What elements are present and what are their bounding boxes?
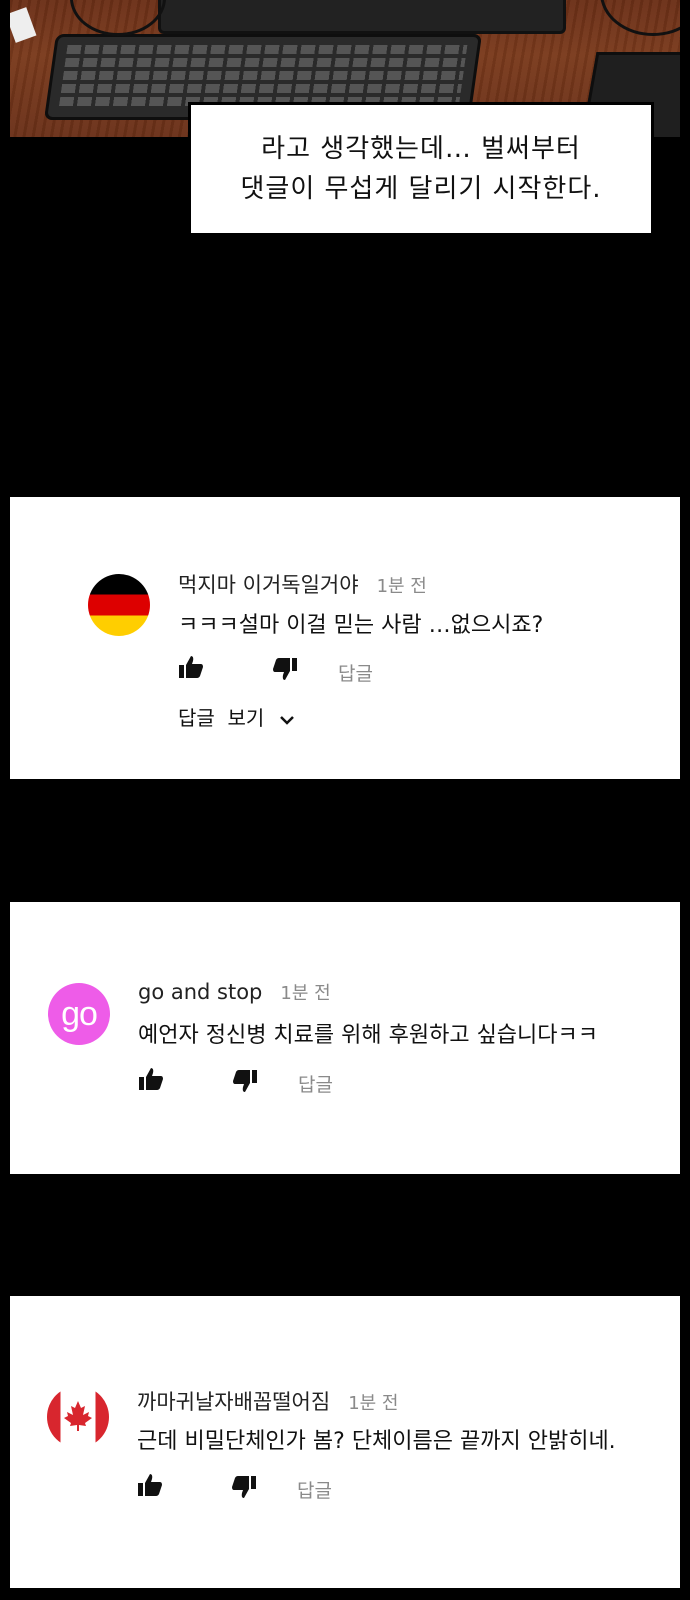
reply-button[interactable]: 답글	[338, 659, 373, 686]
comment-meta: 먹지마 이거독일거야 1분 전	[178, 569, 427, 599]
thumbs-down-icon	[273, 658, 297, 680]
chevron-down-icon	[279, 715, 294, 725]
comment-time: 1분 전	[376, 576, 427, 597]
like-button[interactable]	[138, 1067, 164, 1095]
comment-text: 근데 비밀단체인가 봄? 단체이름은 끝까지 안밝히네.	[137, 1429, 616, 1454]
reply-button[interactable]: 답글	[297, 1476, 332, 1503]
view-replies-label: 답글 보기	[178, 706, 265, 730]
avatar-text: go	[61, 994, 98, 1033]
comment-author[interactable]: 먹지마 이거독일거야	[178, 573, 359, 597]
germany-flag-icon[interactable]	[88, 574, 150, 636]
comment-card: go go and stop 1분 전 예언자 정신병 치료를 위해 후원하고 싶…	[10, 902, 680, 1174]
comment-meta: go and stop 1분 전	[138, 979, 331, 1005]
thumbs-down-icon	[233, 1070, 257, 1092]
comment-time: 1분 전	[348, 1393, 399, 1414]
dislike-button[interactable]	[231, 1475, 257, 1503]
keyboard-keys	[58, 45, 468, 107]
dislike-button[interactable]	[272, 657, 298, 685]
comment-text: ㅋㅋㅋ설마 이걸 믿는 사람 …없으시죠?	[178, 613, 544, 638]
thumbs-up-icon	[139, 1068, 163, 1090]
comment-author[interactable]: 까마귀날자배꼽떨어짐	[137, 1390, 330, 1414]
caption-line-1: 라고 생각했는데… 벌써부터	[261, 134, 581, 164]
monitor-stand	[158, 0, 566, 34]
comment-text: 예언자 정신병 치료를 위해 후원하고 싶습니다ㅋㅋ	[138, 1023, 599, 1048]
thumbs-down-icon	[232, 1476, 256, 1498]
comment-time: 1분 전	[280, 983, 331, 1004]
reply-button[interactable]: 답글	[298, 1070, 333, 1097]
thumbs-up-icon	[179, 656, 203, 678]
like-button[interactable]	[178, 655, 204, 683]
comment-author[interactable]: go and stop	[138, 980, 262, 1004]
maple-leaf-icon	[64, 1401, 92, 1431]
narration-caption: 라고 생각했는데… 벌써부터 댓글이 무섭게 달리기 시작한다.	[188, 102, 654, 236]
canada-flag-icon[interactable]	[47, 1386, 109, 1448]
comment-meta: 까마귀날자배꼽떨어짐 1분 전	[137, 1386, 399, 1416]
view-replies-button[interactable]: 답글 보기	[178, 702, 295, 731]
comment-card: 먹지마 이거독일거야 1분 전 ㅋㅋㅋ설마 이걸 믿는 사람 …없으시죠? 답글 …	[10, 497, 680, 779]
like-button[interactable]	[137, 1473, 163, 1501]
caption-line-2: 댓글이 무섭게 달리기 시작한다.	[240, 174, 602, 204]
comment-card: 까마귀날자배꼽떨어짐 1분 전 근데 비밀단체인가 봄? 단체이름은 끝까지 안밝…	[10, 1296, 680, 1588]
thumbs-up-icon	[138, 1474, 162, 1496]
user-avatar[interactable]: go	[48, 983, 110, 1045]
dislike-button[interactable]	[232, 1069, 258, 1097]
